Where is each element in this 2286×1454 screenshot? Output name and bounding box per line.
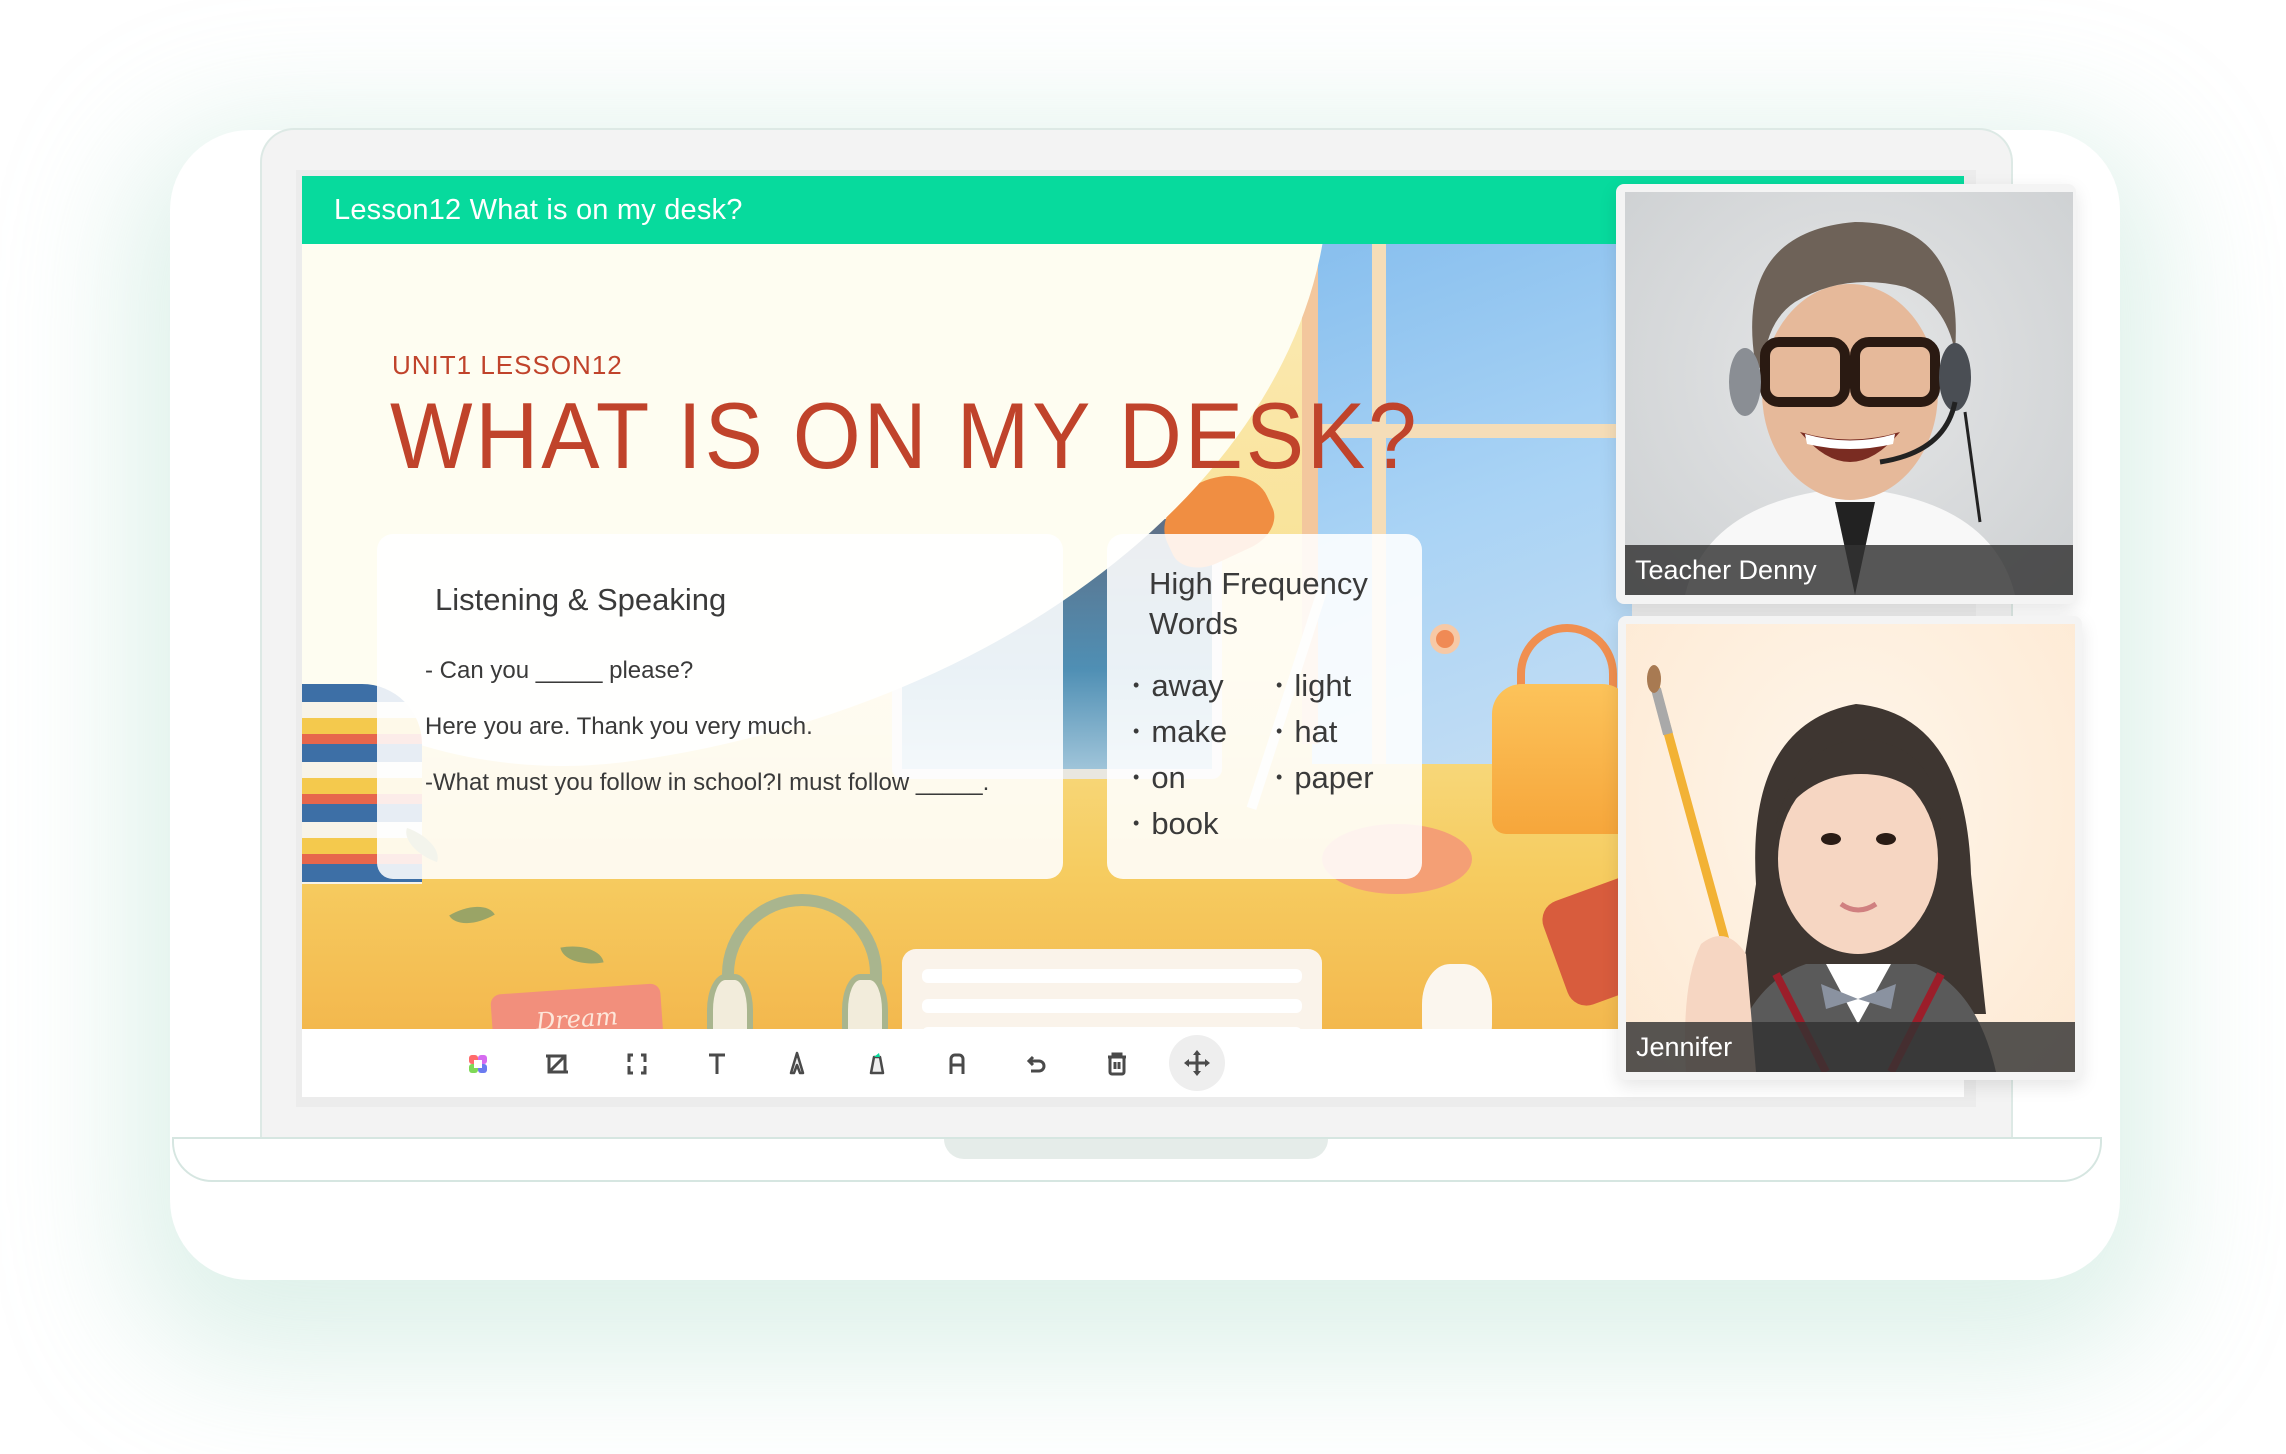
- highlighter-tool-button[interactable]: [852, 1039, 902, 1089]
- student-avatar-image: [1647, 665, 1996, 1072]
- trash-icon: [1108, 1052, 1126, 1076]
- teacher-video-feed: Teacher Denny: [1625, 192, 2073, 595]
- headphone-ear-illustration: [842, 974, 888, 1029]
- shape-tool-button[interactable]: [532, 1039, 582, 1089]
- move-icon: [1184, 1050, 1210, 1076]
- high-frequency-words-card: High Frequency Words away make on book l…: [1107, 534, 1422, 879]
- headphone-ear-illustration: [707, 974, 753, 1029]
- word-item: book: [1133, 806, 1218, 842]
- pen-tool-button[interactable]: [772, 1039, 822, 1089]
- word-item: light: [1276, 668, 1351, 704]
- slide-headline: WHAT IS ON MY DESK?: [390, 383, 1420, 488]
- color-tool-button[interactable]: [453, 1039, 503, 1089]
- lesson-title: Lesson12 What is on my desk?: [334, 193, 743, 226]
- unit-label: UNIT1 LESSON12: [392, 350, 623, 380]
- delete-button[interactable]: [1092, 1039, 1142, 1089]
- student-video-feed: Jennifer: [1626, 624, 2075, 1072]
- mouse-illustration: [1422, 964, 1492, 1029]
- lesson-slide: Dream UNIT1 LESSON12 WHAT IS ON MY DESK?…: [302, 244, 1632, 1029]
- text-icon: [709, 1053, 725, 1074]
- dialogue-line: -What must you follow in school?I must f…: [425, 769, 990, 796]
- selection-icon: [627, 1053, 647, 1075]
- color-palette-icon: [469, 1055, 487, 1073]
- word-item: away: [1133, 668, 1223, 704]
- move-tool-button[interactable]: [1169, 1035, 1225, 1091]
- leaf-illustration: [449, 895, 495, 935]
- select-tool-button[interactable]: [612, 1039, 662, 1089]
- word-item: on: [1133, 760, 1185, 796]
- keyboard-illustration: [902, 949, 1322, 1029]
- undo-button[interactable]: [1012, 1039, 1062, 1089]
- word-item: make: [1133, 714, 1227, 750]
- bag-illustration: [1492, 684, 1632, 834]
- undo-icon: [1026, 1055, 1046, 1073]
- text-tool-button[interactable]: [692, 1039, 742, 1089]
- listening-speaking-card: Listening & Speaking - Can you _____ ple…: [377, 534, 1063, 879]
- dialogue-line: Here you are. Thank you very much.: [425, 713, 813, 740]
- word-item: hat: [1276, 714, 1337, 750]
- lamp-knob-illustration: [1430, 624, 1460, 654]
- participant-name: Jennifer: [1626, 1022, 2075, 1072]
- teacher-video-tile[interactable]: Teacher Denny: [1616, 184, 2076, 604]
- eraser-tool-button[interactable]: [932, 1039, 982, 1089]
- card-title: High Frequency Words: [1149, 566, 1368, 641]
- leaf-illustration: [560, 940, 604, 970]
- card-title: Listening & Speaking: [435, 582, 727, 617]
- crop-shape-icon: [546, 1054, 568, 1074]
- dialogue-line: - Can you _____ please?: [425, 657, 694, 684]
- word-item: paper: [1276, 760, 1373, 796]
- highlighter-icon: [869, 1053, 885, 1075]
- teacher-avatar-image: [1685, 222, 2015, 595]
- pen-icon: [789, 1051, 805, 1075]
- laptop-notch: [944, 1139, 1328, 1159]
- student-video-tile[interactable]: Jennifer: [1618, 616, 2082, 1080]
- dream-card-illustration: Dream: [490, 983, 664, 1029]
- participant-name: Teacher Denny: [1625, 545, 2073, 595]
- eraser-icon: [949, 1053, 965, 1074]
